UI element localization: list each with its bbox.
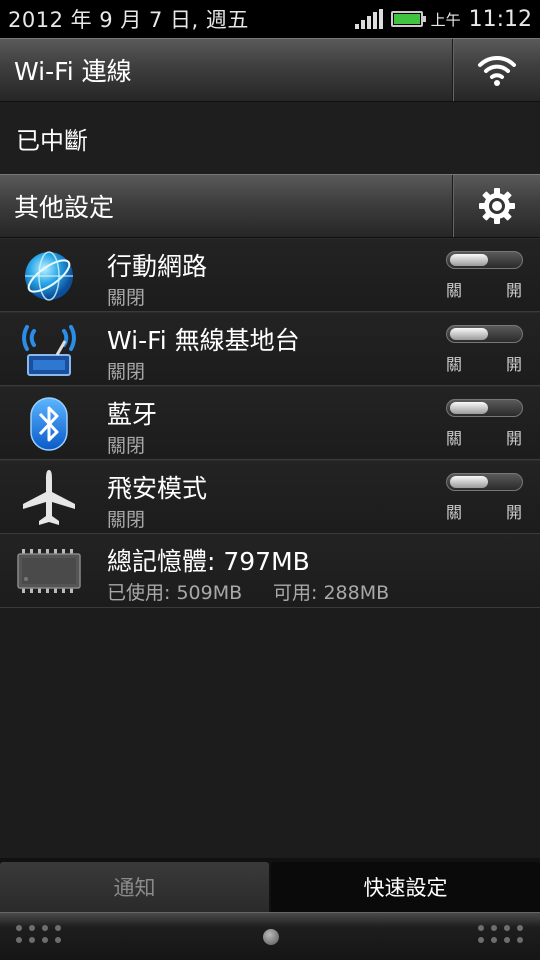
wifi-section-header[interactable]: Wi-Fi 連線 xyxy=(0,38,540,102)
status-date: 2012 年 9 月 7 日, 週五 xyxy=(8,8,249,32)
memory-used: 已使用: 509MB xyxy=(107,582,243,604)
bottom-tabs: 通知 快速設定 xyxy=(0,858,540,912)
memory-row[interactable]: 總記憶體: 797MB 已使用: 509MB 可用: 288MB xyxy=(0,534,540,608)
toggle-on-label: 開 xyxy=(506,429,523,448)
toggle-off-label: 關 xyxy=(446,429,463,448)
toggle-off-label: 關 xyxy=(446,503,463,522)
handle-knob[interactable] xyxy=(263,929,279,945)
setting-title: 飛安模式 xyxy=(107,474,208,503)
battery-fill xyxy=(393,14,420,24)
wifi-hotspot-toggle[interactable] xyxy=(446,325,523,343)
toggle-on-label: 開 xyxy=(506,503,523,522)
setting-state: 關閉 xyxy=(107,435,146,457)
status-bar: 2012 年 9 月 7 日, 週五 上午 11:12 xyxy=(0,0,540,38)
toggle-knob xyxy=(450,254,488,266)
other-settings-title: 其他設定 xyxy=(14,193,115,222)
setting-state: 關閉 xyxy=(107,509,146,531)
toggle-on-label: 開 xyxy=(506,281,523,300)
drawer-handle[interactable] xyxy=(0,912,540,960)
grip-dots-right xyxy=(478,925,524,943)
setting-state: 關閉 xyxy=(107,287,146,309)
battery-icon xyxy=(390,11,426,27)
setting-row-mobile-network[interactable]: 行動網路 關閉 關 開 xyxy=(0,238,540,312)
wifi-status-text: 已中斷 xyxy=(16,126,88,155)
setting-state: 關閉 xyxy=(107,361,146,383)
wifi-icon xyxy=(477,55,516,86)
airplane-mode-toggle[interactable] xyxy=(446,473,523,491)
memory-chip-icon xyxy=(16,542,82,600)
settings-list: 行動網路 關閉 關 開 Wi-Fi 無線基地台 關閉 關 開 藍牙 關閉 關 開… xyxy=(0,238,540,608)
hotspot-icon xyxy=(16,321,82,379)
toggle-on-label: 開 xyxy=(506,355,523,374)
tab-quick-settings[interactable]: 快速設定 xyxy=(271,862,540,912)
memory-title: 總記憶體: 797MB xyxy=(107,547,310,576)
settings-button[interactable] xyxy=(452,175,540,237)
setting-row-bluetooth[interactable]: 藍牙 關閉 關 開 xyxy=(0,386,540,460)
signal-icon xyxy=(354,9,383,29)
setting-title: 藍牙 xyxy=(107,400,158,429)
toggle-off-label: 關 xyxy=(446,281,463,300)
status-indicators: 上午 11:12 xyxy=(354,6,532,32)
wifi-section-title: Wi-Fi 連線 xyxy=(14,57,132,86)
other-settings-header[interactable]: 其他設定 xyxy=(0,174,540,238)
gear-icon xyxy=(478,188,515,224)
tab-notifications[interactable]: 通知 xyxy=(0,862,269,912)
globe-icon xyxy=(16,247,82,305)
setting-title: Wi-Fi 無線基地台 xyxy=(107,326,300,355)
bluetooth-toggle[interactable] xyxy=(446,399,523,417)
airplane-icon xyxy=(16,469,82,527)
setting-row-airplane-mode[interactable]: 飛安模式 關閉 關 開 xyxy=(0,460,540,534)
memory-free: 可用: 288MB xyxy=(273,582,390,604)
toggle-knob xyxy=(450,328,488,340)
toggle-off-label: 關 xyxy=(446,355,463,374)
grip-dots-left xyxy=(16,925,62,943)
bluetooth-icon xyxy=(16,395,82,453)
wifi-status[interactable]: 已中斷 xyxy=(0,102,540,174)
toggle-knob xyxy=(450,402,488,414)
setting-title: 行動網路 xyxy=(107,252,208,281)
status-time: 11:12 xyxy=(468,6,532,32)
wifi-settings-button[interactable] xyxy=(452,39,540,101)
setting-row-wifi-hotspot[interactable]: Wi-Fi 無線基地台 關閉 關 開 xyxy=(0,312,540,386)
mobile-network-toggle[interactable] xyxy=(446,251,523,269)
status-ampm: 上午 xyxy=(430,10,461,29)
toggle-knob xyxy=(450,476,488,488)
